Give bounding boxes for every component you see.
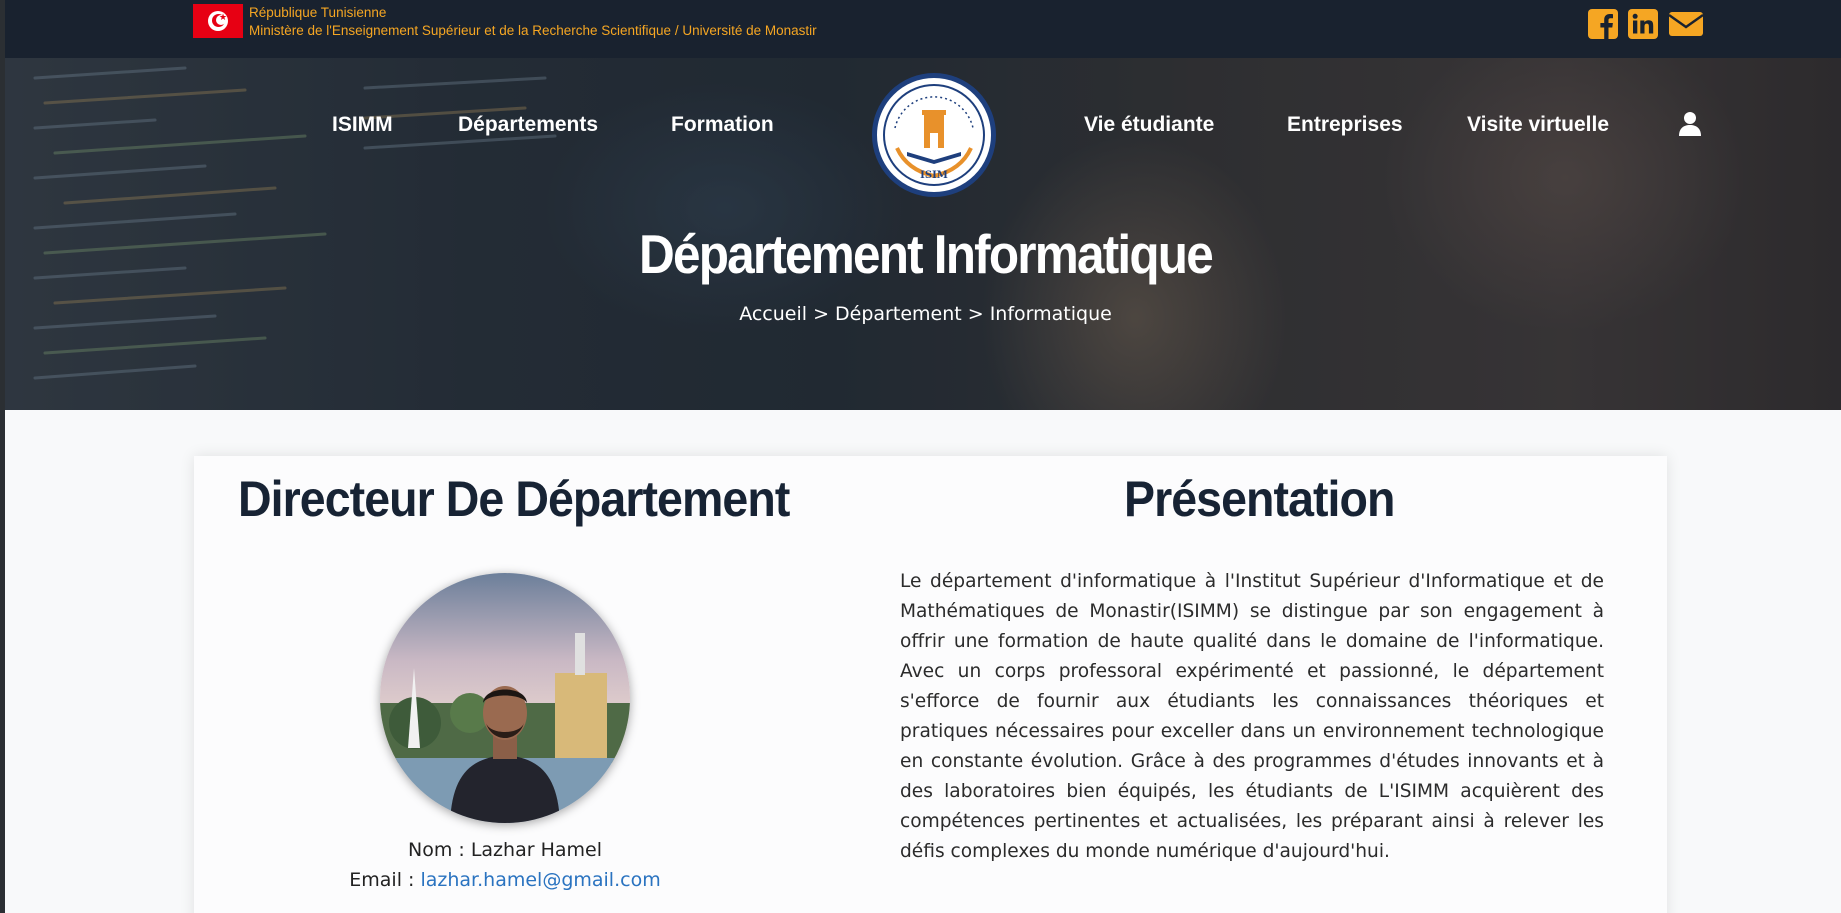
breadcrumb: Accueil > Département > Informatique (739, 303, 1112, 325)
nav-vie-etudiante[interactable]: Vie étudiante (1084, 113, 1214, 137)
director-email-line: Email : lazhar.hamel@gmail.com (194, 869, 816, 891)
presentation-text: Le département d'informatique à l'Instit… (900, 571, 1604, 862)
tunisia-flag-icon: ★ (193, 4, 243, 38)
linkedin-icon[interactable] (1628, 8, 1658, 40)
nav-visite-virtuelle[interactable]: Visite virtuelle (1467, 113, 1609, 137)
department-card: Directeur De Département Présentation No… (194, 456, 1667, 913)
director-email-link[interactable]: lazhar.hamel@gmail.com (420, 869, 660, 891)
republic-label: République Tunisienne (249, 5, 387, 20)
director-heading: Directeur De Département (238, 471, 790, 527)
ministry-label: Ministère de l'Enseignement Supérieur et… (249, 23, 817, 38)
presentation-heading: Présentation (1124, 471, 1395, 527)
isim-logo[interactable]: ISIM (872, 73, 996, 197)
envelope-icon[interactable] (1668, 8, 1704, 40)
director-name: Nom : Lazhar Hamel (408, 839, 602, 861)
page-title: Département Informatique (639, 223, 1214, 285)
director-photo (380, 573, 630, 823)
top-bar: ★ République Tunisienne Ministère de l'E… (5, 0, 1841, 58)
nav-isimm[interactable]: ISIMM (332, 113, 393, 137)
nav-formation[interactable]: Formation (671, 113, 774, 137)
government-header: République Tunisienne Ministère de l'Ens… (249, 4, 817, 40)
email-prefix: Email : (349, 869, 421, 891)
facebook-icon[interactable] (1588, 8, 1618, 40)
user-icon[interactable] (1679, 111, 1701, 141)
page: ★ République Tunisienne Ministère de l'E… (5, 0, 1841, 913)
logo-text: ISIM (920, 170, 948, 181)
nav-departements[interactable]: Départements (458, 113, 598, 137)
nav-entreprises[interactable]: Entreprises (1287, 113, 1403, 137)
